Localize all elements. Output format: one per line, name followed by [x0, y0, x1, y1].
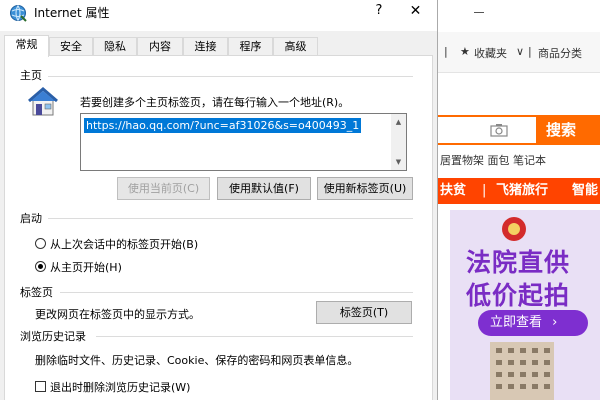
tabs-settings-button[interactable]: 标签页(T): [316, 301, 412, 324]
camera-icon[interactable]: [490, 123, 508, 137]
channel-bar: 扶贫 | 飞猪旅行 智能: [438, 178, 600, 204]
use-new-tab-button[interactable]: 使用新标签页(U): [317, 177, 413, 200]
minimize-icon[interactable]: [474, 12, 484, 13]
background-gap: [438, 73, 600, 115]
channel-link[interactable]: 智能: [572, 178, 598, 204]
homepage-group-divider: [48, 76, 413, 77]
use-default-button[interactable]: 使用默认值(F): [217, 177, 311, 200]
history-group-divider: [96, 336, 413, 337]
banner-headline: 法院直供: [466, 248, 571, 277]
background-left-column: [438, 210, 450, 400]
startup-homepage-label[interactable]: 从主页开始(H): [50, 259, 122, 275]
toolbar-star-icon[interactable]: ★: [460, 45, 470, 58]
building-image: [490, 342, 554, 400]
scroll-down-icon[interactable]: ▼: [391, 158, 406, 166]
promo-banner[interactable]: 法院直供 低价起拍 立即查看 ›: [450, 210, 600, 400]
tab-privacy[interactable]: 隐私: [93, 37, 137, 56]
tab-general[interactable]: 常规: [4, 35, 49, 57]
background-search-input[interactable]: [438, 115, 538, 145]
tab-strip: 常规 安全 隐私 内容 连接 程序 高级: [4, 35, 434, 57]
url-scrollbar[interactable]: ▲ ▼: [391, 114, 406, 170]
banner-view-label: 立即查看: [490, 315, 543, 330]
tab-content[interactable]: 内容: [137, 37, 183, 56]
tabs-group-divider: [60, 292, 413, 293]
homepage-group-label: 主页: [20, 69, 42, 82]
scroll-up-icon[interactable]: ▲: [391, 118, 406, 126]
tabs-description: 更改网页在标签页中的显示方式。: [35, 308, 200, 321]
toolbar-separator: |: [528, 45, 532, 58]
background-browser-page: | ★ 收藏夹 ∨ | 商品分类 搜索 居置物架 面包 笔记本 扶贫 | 飞猪旅…: [438, 0, 600, 400]
tab-programs[interactable]: 程序: [228, 37, 273, 56]
homepage-url-textarea[interactable]: https://hao.qq.com/?unc=af31026&s=o40049…: [80, 113, 407, 171]
homepage-description: 若要创建多个主页标签页，请在每行输入一个地址(R)。: [80, 96, 350, 109]
tab-connections[interactable]: 连接: [183, 37, 228, 56]
background-toolbar: | ★ 收藏夹 ∨ | 商品分类: [438, 32, 600, 73]
startup-last-session-radio[interactable]: [35, 238, 46, 249]
banner-view-button[interactable]: 立即查看 ›: [478, 310, 588, 336]
internet-globe-icon: [10, 5, 27, 22]
categories-link[interactable]: 商品分类: [538, 45, 582, 61]
favorites-link[interactable]: 收藏夹: [474, 45, 507, 61]
background-search-button[interactable]: 搜索: [536, 115, 600, 145]
tab-security[interactable]: 安全: [49, 37, 93, 56]
home-icon: [28, 87, 58, 116]
channel-link[interactable]: 飞猪旅行: [496, 178, 548, 204]
use-current-page-button[interactable]: 使用当前页(C): [117, 177, 210, 200]
court-emblem-icon: [502, 217, 526, 241]
startup-last-session-label[interactable]: 从上次会话中的标签页开始(B): [50, 236, 198, 252]
startup-group-label: 启动: [20, 212, 42, 225]
toolbar-separator-left: |: [444, 45, 448, 58]
startup-group-divider: [48, 218, 413, 219]
history-description: 删除临时文件、历史记录、Cookie、保存的密码和网页表单信息。: [35, 354, 359, 367]
tabs-group-label: 标签页: [20, 286, 53, 299]
history-group-label: 浏览历史记录: [20, 330, 86, 343]
background-titlebar: [438, 0, 600, 32]
help-button[interactable]: ?: [364, 0, 394, 22]
banner-subheadline: 低价起拍: [466, 281, 571, 310]
delete-history-on-exit-checkbox[interactable]: [35, 381, 46, 392]
favorites-chevron-icon[interactable]: ∨: [516, 45, 524, 58]
dialog-titlebar[interactable]: Internet 属性 ? ✕: [0, 0, 437, 31]
chevron-right-icon: ›: [552, 315, 558, 330]
delete-history-on-exit-label[interactable]: 退出时删除浏览历史记录(W): [50, 379, 190, 395]
close-button[interactable]: ✕: [394, 0, 437, 22]
tab-advanced[interactable]: 高级: [273, 37, 318, 56]
channel-separator: |: [482, 183, 487, 198]
internet-options-dialog: Internet 属性 ? ✕ 常规 安全 隐私 内容 连接 程序 高级 主页 …: [0, 0, 438, 400]
startup-homepage-radio[interactable]: [35, 261, 46, 272]
homepage-url-value[interactable]: https://hao.qq.com/?unc=af31026&s=o40049…: [84, 118, 362, 133]
hot-search-words[interactable]: 居置物架 面包 笔记本: [440, 152, 546, 168]
channel-link[interactable]: 扶贫: [440, 178, 466, 204]
dialog-title: Internet 属性: [34, 6, 110, 20]
